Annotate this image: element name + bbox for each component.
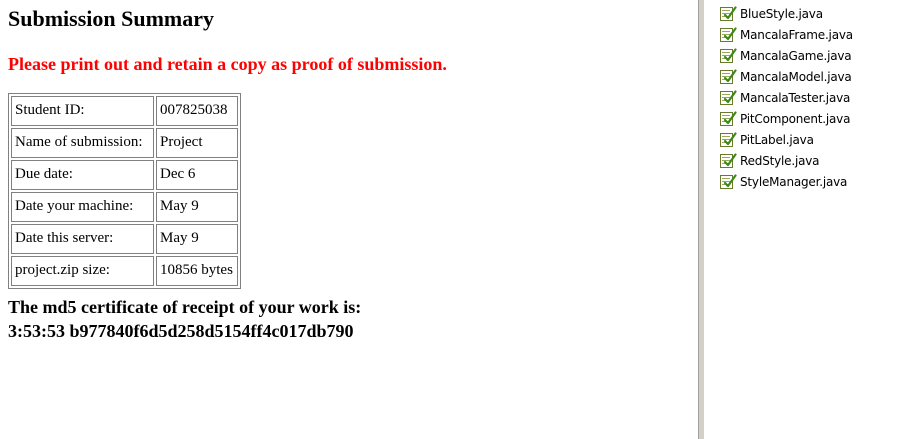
certificate-label: The md5 certificate of receipt of your w… <box>8 297 362 317</box>
print-notice: Please print out and retain a copy as pr… <box>8 54 447 74</box>
row-label: project.zip size: <box>11 256 154 286</box>
file-list-item[interactable]: MancalaModel.java <box>719 66 853 87</box>
file-name: MancalaTester.java <box>740 90 851 105</box>
file-list-item[interactable]: StyleManager.java <box>719 171 853 192</box>
row-label: Date this server: <box>11 224 154 254</box>
file-list-item[interactable]: RedStyle.java <box>719 150 853 171</box>
java-file-icon <box>719 152 737 169</box>
file-name: BlueStyle.java <box>740 6 823 21</box>
table-row: Name of submission: Project <box>11 128 238 158</box>
table-row: Student ID: 007825038 <box>11 96 238 126</box>
row-value: 10856 bytes <box>156 256 238 286</box>
row-label: Name of submission: <box>11 128 154 158</box>
file-list-item[interactable]: MancalaTester.java <box>719 87 853 108</box>
table-row: Date your machine: May 9 <box>11 192 238 222</box>
row-label: Student ID: <box>11 96 154 126</box>
java-file-icon <box>719 26 737 43</box>
java-file-icon <box>719 47 737 64</box>
table-row: Date this server: May 9 <box>11 224 238 254</box>
file-name: MancalaModel.java <box>740 69 852 84</box>
file-list-item[interactable]: PitLabel.java <box>719 129 853 150</box>
file-list-pane: BlueStyle.java MancalaFrame.java MancalaGa… <box>705 0 897 439</box>
row-value: 007825038 <box>156 96 238 126</box>
row-value: May 9 <box>156 192 238 222</box>
submission-table: Student ID: 007825038 Name of submission: P… <box>8 93 241 289</box>
file-name: RedStyle.java <box>740 153 820 168</box>
certificate-value: 3:53:53 b977840f6d5d258d5154ff4c017db790 <box>8 321 354 341</box>
row-value: Project <box>156 128 238 158</box>
file-list: BlueStyle.java MancalaFrame.java MancalaGa… <box>719 3 853 192</box>
file-name: StyleManager.java <box>740 174 848 189</box>
submission-summary-pane: Submission Summary Please print out and … <box>0 0 698 439</box>
pane-splitter[interactable] <box>698 0 705 439</box>
certificate-block: The md5 certificate of receipt of your w… <box>8 295 361 343</box>
file-name: PitComponent.java <box>740 111 851 126</box>
row-label: Date your machine: <box>11 192 154 222</box>
row-value: May 9 <box>156 224 238 254</box>
file-list-item[interactable]: MancalaGame.java <box>719 45 853 66</box>
row-value: Dec 6 <box>156 160 238 190</box>
file-list-item[interactable]: PitComponent.java <box>719 108 853 129</box>
file-name: MancalaGame.java <box>740 48 852 63</box>
row-label: Due date: <box>11 160 154 190</box>
file-name: PitLabel.java <box>740 132 814 147</box>
file-name: MancalaFrame.java <box>740 27 853 42</box>
java-file-icon <box>719 131 737 148</box>
java-file-icon <box>719 89 737 106</box>
java-file-icon <box>719 173 737 190</box>
java-file-icon <box>719 110 737 127</box>
page-title: Submission Summary <box>8 6 215 31</box>
file-list-item[interactable]: MancalaFrame.java <box>719 24 853 45</box>
file-list-item[interactable]: BlueStyle.java <box>719 3 853 24</box>
table-row: project.zip size: 10856 bytes <box>11 256 238 286</box>
java-file-icon <box>719 5 737 22</box>
table-row: Due date: Dec 6 <box>11 160 238 190</box>
java-file-icon <box>719 68 737 85</box>
